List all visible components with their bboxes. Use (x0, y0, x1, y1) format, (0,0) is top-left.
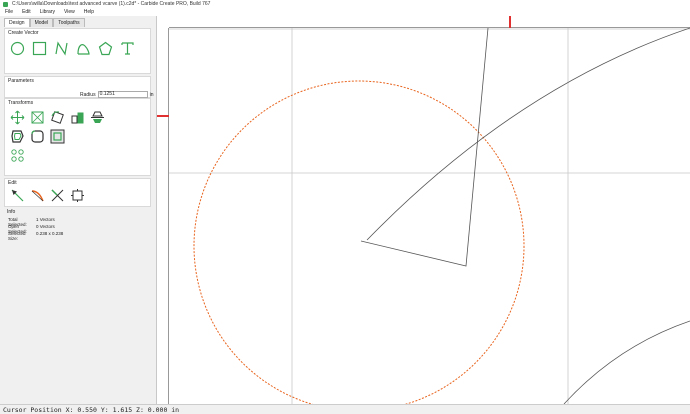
array-icon[interactable] (10, 148, 25, 163)
bounding-box-icon[interactable] (70, 188, 85, 203)
app-window: C:\Users\willa\Downloads\test advanced v… (0, 0, 690, 414)
canvas-drawing (157, 16, 690, 404)
menu-edit[interactable]: Edit (22, 9, 31, 15)
circle-icon[interactable] (10, 41, 25, 56)
transforms-section: Transforms (4, 98, 151, 176)
ruler-top-marker (509, 16, 511, 28)
move-icon[interactable] (10, 110, 25, 125)
menu-view[interactable]: View (64, 9, 75, 15)
menu-library[interactable]: Library (40, 9, 55, 15)
radius-unit: in (149, 91, 154, 98)
lower-arc-vector[interactable] (563, 320, 690, 404)
tab-design[interactable]: Design (4, 18, 30, 27)
polyline-icon[interactable] (54, 41, 69, 56)
menu-file[interactable]: File (5, 9, 13, 15)
create-vector-title: Create Vector (8, 30, 39, 36)
align-icon[interactable] (70, 110, 85, 125)
parameters-title: Parameters (8, 78, 34, 84)
trim-icon[interactable] (50, 188, 65, 203)
selected-size-value: 0.238 x 0.238 (36, 231, 64, 236)
selected-size-label: Selected Size: (8, 231, 26, 241)
edit-title: Edit (8, 180, 17, 186)
radius-label: Radius (80, 91, 96, 98)
text-icon[interactable] (120, 41, 135, 56)
selected-circle-vector[interactable] (193, 80, 525, 404)
ruler-left-marker (157, 115, 169, 117)
rectangle-icon[interactable] (32, 41, 47, 56)
rotate-icon[interactable] (50, 110, 65, 125)
offset-icon[interactable] (10, 129, 25, 144)
radius-input[interactable]: 0.1251 (97, 91, 148, 98)
info-title: Info (7, 209, 16, 215)
transforms-title: Transforms (8, 100, 34, 106)
info-section: Info Total Selected: 1 Vectors Open Sele… (4, 208, 151, 242)
arc-vector[interactable] (366, 27, 690, 241)
curve-icon[interactable] (76, 41, 91, 56)
node-edit-icon[interactable] (10, 188, 25, 203)
menu-help[interactable]: Help (84, 9, 94, 15)
curve-edit-icon[interactable] (30, 188, 45, 203)
tab-model[interactable]: Model (29, 18, 54, 27)
scale-icon[interactable] (30, 110, 45, 125)
menu-bar: File Edit Library View Help (0, 8, 690, 16)
title-bar: C:\Users\willa\Downloads\test advanced v… (0, 0, 690, 8)
panel-tabs: Design Model Toolpaths (4, 18, 85, 27)
app-logo-icon (3, 1, 8, 7)
design-panel: Design Model Toolpaths Create Vector Par… (0, 16, 157, 404)
parameters-section: Parameters Radius 0.1251 in (4, 76, 154, 98)
mirror-icon[interactable] (90, 110, 105, 125)
design-canvas[interactable] (157, 16, 690, 404)
window-title: C:\Users\willa\Downloads\test advanced v… (12, 1, 211, 7)
boolean-icon[interactable] (50, 129, 65, 144)
wedge-vector[interactable] (360, 27, 489, 267)
edit-section: Edit (4, 178, 151, 207)
polygon-icon[interactable] (98, 41, 113, 56)
tab-toolpaths[interactable]: Toolpaths (53, 18, 85, 27)
fillet-icon[interactable] (30, 129, 45, 144)
create-vector-section: Create Vector (4, 28, 151, 74)
status-bar: Cursor Position X: 0.550 Y: 1.615 Z: 0.0… (0, 404, 690, 414)
